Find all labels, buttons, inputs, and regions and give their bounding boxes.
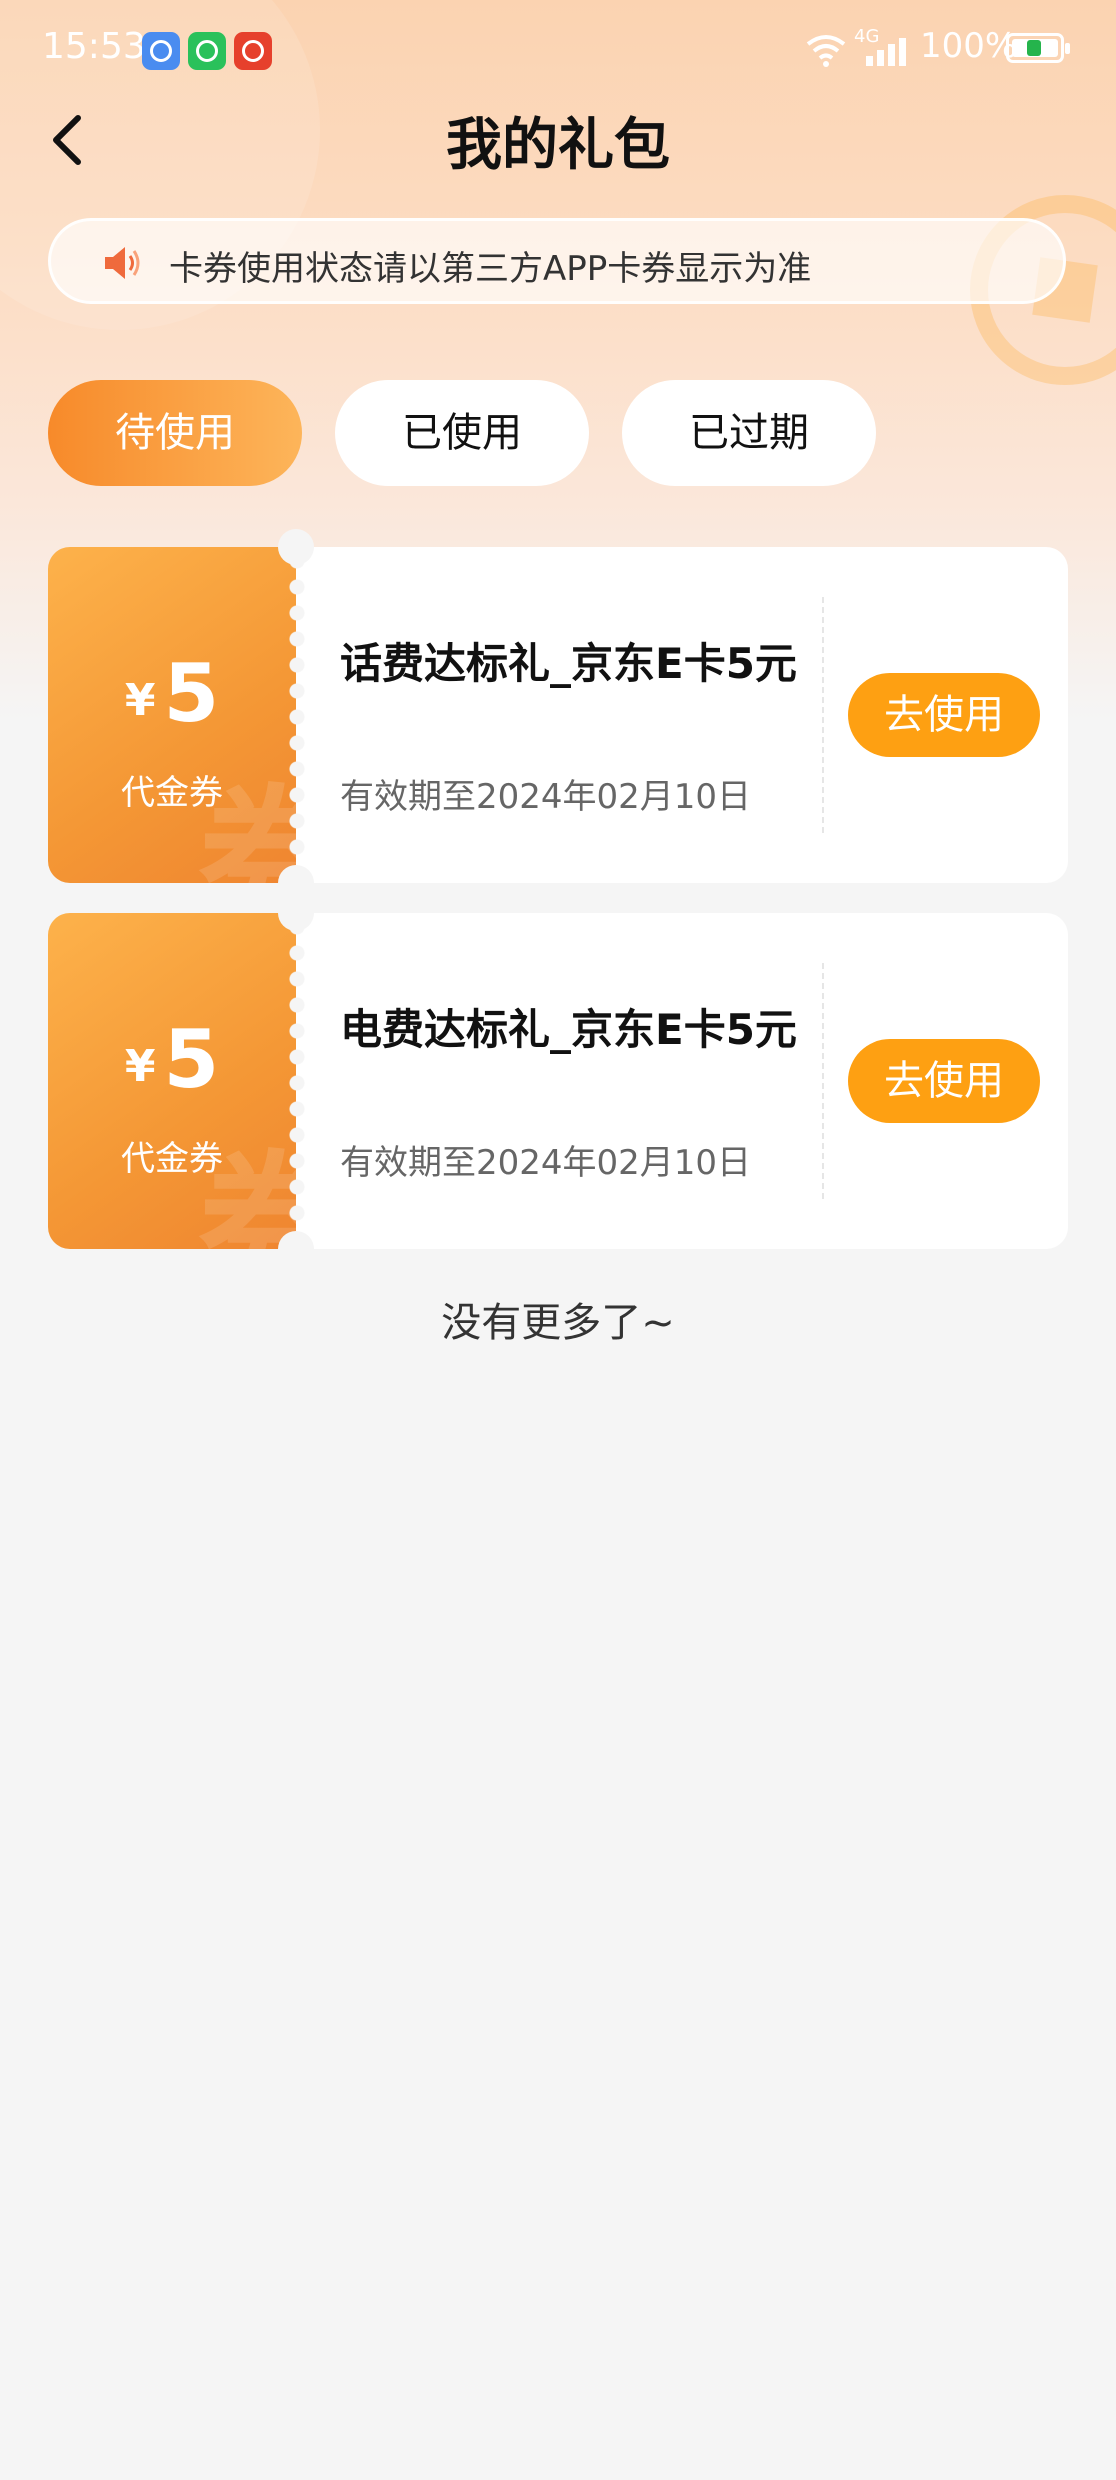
battery-percent: 100% <box>920 26 1018 66</box>
dashed-divider <box>822 963 824 1199</box>
coupon-expiry: 有效期至2024年02月10日 <box>340 777 752 817</box>
perforation-edge <box>286 913 308 1249</box>
coupon-card: 券 ¥5 代金券 电费达标礼_京东E卡5元 有效期至2024年02月10日 去使… <box>48 895 1068 1267</box>
signal-icon <box>866 36 912 66</box>
battery-icon <box>1006 33 1070 63</box>
coupon-value-panel: 券 ¥5 代金券 <box>48 913 296 1249</box>
coupon-card: 券 ¥5 代金券 话费达标礼_京东E卡5元 有效期至2024年02月10日 去使… <box>48 529 1068 901</box>
end-of-list-text: 没有更多了~ <box>441 1300 675 1346</box>
coupon-value: 5 <box>163 1013 220 1106</box>
use-coupon-button[interactable]: 去使用 <box>848 1039 1040 1123</box>
coupon-type: 代金券 <box>121 1139 223 1179</box>
wechat-icon <box>188 32 226 70</box>
speaker-icon <box>105 247 140 279</box>
notification-app-icon <box>234 32 272 70</box>
coupon-amount: ¥5 <box>48 1013 296 1106</box>
coupon-name: 电费达标礼_京东E卡5元 <box>340 1005 797 1054</box>
currency-symbol: ¥ <box>124 675 156 726</box>
coupon-amount: ¥5 <box>48 647 296 740</box>
currency-symbol: ¥ <box>124 1041 156 1092</box>
tab-expired[interactable]: 已过期 <box>622 380 876 486</box>
coupon-type: 代金券 <box>121 773 223 813</box>
use-coupon-button[interactable]: 去使用 <box>848 673 1040 757</box>
notice-bar: 卡券使用状态请以第三方APP卡券显示为准 <box>48 218 1066 304</box>
page-title: 我的礼包 <box>446 113 670 178</box>
coupon-name: 话费达标礼_京东E卡5元 <box>340 639 797 688</box>
status-bar: 15:53 4G 100% <box>0 0 1116 100</box>
perforation-edge <box>286 547 308 883</box>
notice-text: 卡券使用状态请以第三方APP卡券显示为准 <box>169 249 812 289</box>
coupon-value-panel: 券 ¥5 代金券 <box>48 547 296 883</box>
notification-app-icon <box>142 32 180 70</box>
tab-used[interactable]: 已使用 <box>335 380 589 486</box>
tab-unused[interactable]: 待使用 <box>48 380 302 486</box>
status-time: 15:53 <box>42 26 146 67</box>
dashed-divider <box>822 597 824 833</box>
wifi-icon <box>806 35 846 67</box>
coupon-expiry: 有效期至2024年02月10日 <box>340 1143 752 1183</box>
coupon-value: 5 <box>163 647 220 740</box>
